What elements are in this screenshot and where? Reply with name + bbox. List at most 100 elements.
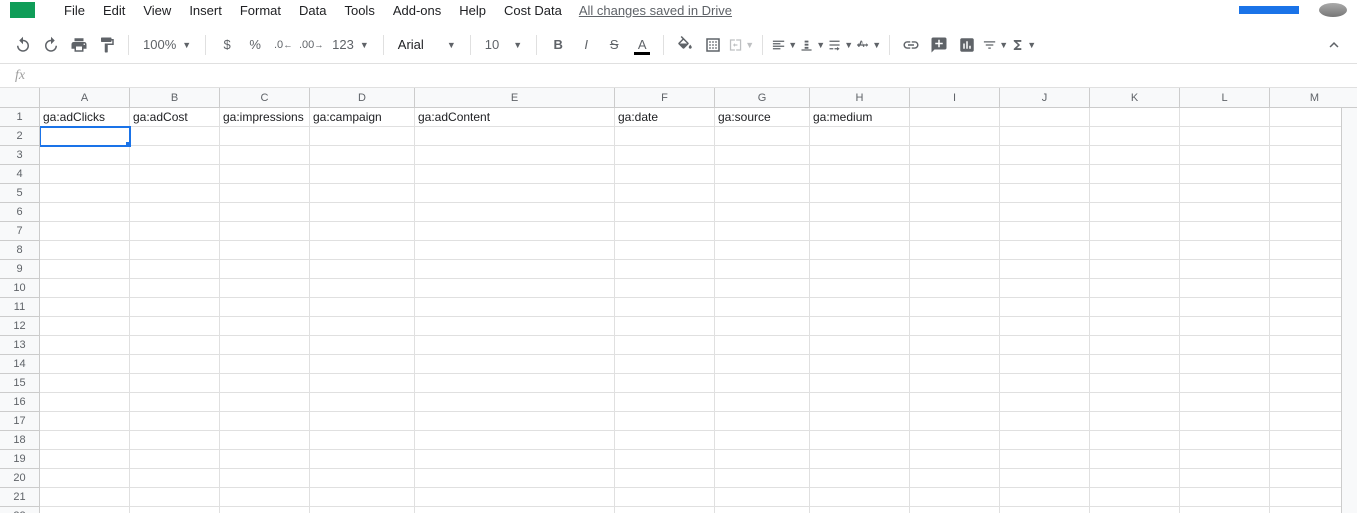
cell-L7[interactable] xyxy=(1180,222,1270,241)
cell-G20[interactable] xyxy=(715,469,810,488)
cell-F7[interactable] xyxy=(615,222,715,241)
cell-D21[interactable] xyxy=(310,488,415,507)
cell-K17[interactable] xyxy=(1090,412,1180,431)
cell-H17[interactable] xyxy=(810,412,910,431)
row-header-10[interactable]: 10 xyxy=(0,279,40,298)
cell-H22[interactable] xyxy=(810,507,910,513)
cell-I13[interactable] xyxy=(910,336,1000,355)
cell-F12[interactable] xyxy=(615,317,715,336)
cell-C21[interactable] xyxy=(220,488,310,507)
column-header-I[interactable]: I xyxy=(910,88,1000,108)
cell-I5[interactable] xyxy=(910,184,1000,203)
cell-D6[interactable] xyxy=(310,203,415,222)
cell-B14[interactable] xyxy=(130,355,220,374)
row-header-11[interactable]: 11 xyxy=(0,298,40,317)
row-header-2[interactable]: 2 xyxy=(0,127,40,146)
cell-B15[interactable] xyxy=(130,374,220,393)
cell-H20[interactable] xyxy=(810,469,910,488)
cell-J12[interactable] xyxy=(1000,317,1090,336)
cell-C2[interactable] xyxy=(220,127,310,146)
cell-I21[interactable] xyxy=(910,488,1000,507)
cell-L18[interactable] xyxy=(1180,431,1270,450)
cell-F6[interactable] xyxy=(615,203,715,222)
cell-K3[interactable] xyxy=(1090,146,1180,165)
cell-D19[interactable] xyxy=(310,450,415,469)
cell-H3[interactable] xyxy=(810,146,910,165)
cell-B19[interactable] xyxy=(130,450,220,469)
cell-F18[interactable] xyxy=(615,431,715,450)
paint-format-button[interactable] xyxy=(94,32,120,58)
cell-L21[interactable] xyxy=(1180,488,1270,507)
row-header-5[interactable]: 5 xyxy=(0,184,40,203)
cell-L1[interactable] xyxy=(1180,108,1270,127)
row-header-20[interactable]: 20 xyxy=(0,469,40,488)
menu-tools[interactable]: Tools xyxy=(335,1,383,20)
cell-J8[interactable] xyxy=(1000,241,1090,260)
cell-E6[interactable] xyxy=(415,203,615,222)
cell-B20[interactable] xyxy=(130,469,220,488)
cell-D11[interactable] xyxy=(310,298,415,317)
cell-E15[interactable] xyxy=(415,374,615,393)
cell-G21[interactable] xyxy=(715,488,810,507)
cell-A14[interactable] xyxy=(40,355,130,374)
cell-A9[interactable] xyxy=(40,260,130,279)
undo-button[interactable] xyxy=(10,32,36,58)
column-header-E[interactable]: E xyxy=(415,88,615,108)
cell-I19[interactable] xyxy=(910,450,1000,469)
cell-A16[interactable] xyxy=(40,393,130,412)
cell-D15[interactable] xyxy=(310,374,415,393)
cell-L12[interactable] xyxy=(1180,317,1270,336)
cell-J15[interactable] xyxy=(1000,374,1090,393)
column-header-K[interactable]: K xyxy=(1090,88,1180,108)
cell-L10[interactable] xyxy=(1180,279,1270,298)
cell-A8[interactable] xyxy=(40,241,130,260)
cell-B5[interactable] xyxy=(130,184,220,203)
cell-D7[interactable] xyxy=(310,222,415,241)
cell-G3[interactable] xyxy=(715,146,810,165)
row-header-13[interactable]: 13 xyxy=(0,336,40,355)
cell-B9[interactable] xyxy=(130,260,220,279)
cell-L17[interactable] xyxy=(1180,412,1270,431)
cell-L19[interactable] xyxy=(1180,450,1270,469)
zoom-dropdown[interactable]: 100%▼ xyxy=(137,37,197,52)
cell-K7[interactable] xyxy=(1090,222,1180,241)
cell-D14[interactable] xyxy=(310,355,415,374)
cell-G17[interactable] xyxy=(715,412,810,431)
row-header-16[interactable]: 16 xyxy=(0,393,40,412)
cell-B7[interactable] xyxy=(130,222,220,241)
cell-F15[interactable] xyxy=(615,374,715,393)
cell-L3[interactable] xyxy=(1180,146,1270,165)
cell-D17[interactable] xyxy=(310,412,415,431)
cell-A2[interactable] xyxy=(40,127,130,146)
cell-H9[interactable] xyxy=(810,260,910,279)
save-status[interactable]: All changes saved in Drive xyxy=(579,3,732,18)
currency-button[interactable]: $ xyxy=(214,32,240,58)
cell-C14[interactable] xyxy=(220,355,310,374)
column-header-C[interactable]: C xyxy=(220,88,310,108)
cell-K15[interactable] xyxy=(1090,374,1180,393)
cell-A17[interactable] xyxy=(40,412,130,431)
cell-I15[interactable] xyxy=(910,374,1000,393)
insert-chart-button[interactable] xyxy=(954,32,980,58)
cell-K22[interactable] xyxy=(1090,507,1180,513)
column-header-J[interactable]: J xyxy=(1000,88,1090,108)
cell-J13[interactable] xyxy=(1000,336,1090,355)
cell-A10[interactable] xyxy=(40,279,130,298)
cell-J1[interactable] xyxy=(1000,108,1090,127)
row-header-19[interactable]: 19 xyxy=(0,450,40,469)
cell-B10[interactable] xyxy=(130,279,220,298)
cell-G4[interactable] xyxy=(715,165,810,184)
account-avatar[interactable] xyxy=(1319,3,1347,17)
cell-D10[interactable] xyxy=(310,279,415,298)
cell-K9[interactable] xyxy=(1090,260,1180,279)
horizontal-align-button[interactable]: ▼ xyxy=(771,32,797,58)
row-header-4[interactable]: 4 xyxy=(0,165,40,184)
cell-A19[interactable] xyxy=(40,450,130,469)
cell-E8[interactable] xyxy=(415,241,615,260)
more-formats-dropdown[interactable]: 123▼ xyxy=(326,37,375,52)
cell-G19[interactable] xyxy=(715,450,810,469)
cell-F22[interactable] xyxy=(615,507,715,513)
cell-H5[interactable] xyxy=(810,184,910,203)
cell-C10[interactable] xyxy=(220,279,310,298)
cell-K16[interactable] xyxy=(1090,393,1180,412)
